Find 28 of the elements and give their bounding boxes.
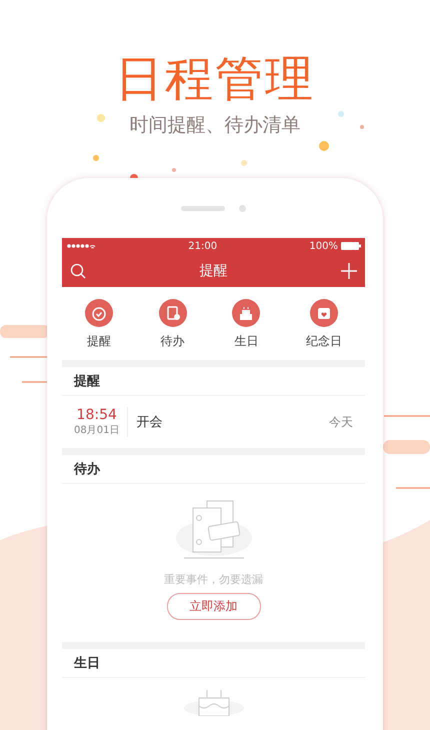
add-icon[interactable] bbox=[341, 262, 357, 278]
reminder-date: 08月01日 bbox=[74, 424, 120, 437]
category-button[interactable]: 纪念日 bbox=[306, 299, 342, 350]
signal-icon bbox=[66, 242, 96, 250]
alarm-icon bbox=[84, 299, 113, 327]
reminder-time: 18:54 bbox=[76, 407, 117, 423]
search-icon[interactable] bbox=[70, 262, 86, 278]
reminder-title: 开会 bbox=[136, 414, 164, 431]
empty-message: 重要事件，勿要遗漏 bbox=[164, 572, 263, 587]
headline: 日程管理 bbox=[115, 52, 315, 106]
battery-icon bbox=[340, 242, 361, 250]
status-time: 21:00 bbox=[188, 240, 218, 252]
category-button[interactable]: 生日 bbox=[232, 299, 260, 350]
todo-icon bbox=[158, 299, 187, 327]
speaker-icon bbox=[181, 206, 225, 210]
category-button[interactable]: 提醒 bbox=[84, 299, 113, 350]
calendar-icon bbox=[310, 299, 338, 327]
section-title: 待办 bbox=[62, 455, 365, 484]
camera-icon bbox=[239, 204, 246, 212]
nav-title: 提醒 bbox=[200, 262, 228, 280]
category-button[interactable]: 待办 bbox=[158, 299, 187, 350]
subheadline: 时间提醒、待办清单 bbox=[130, 113, 300, 138]
battery-percent: 100% bbox=[309, 240, 338, 252]
section-title: 生日 bbox=[62, 649, 365, 678]
cake-icon bbox=[232, 299, 260, 327]
section-title: 提醒 bbox=[62, 367, 365, 396]
add-now-button[interactable]: 立即添加 bbox=[166, 593, 260, 620]
reminder-day: 今天 bbox=[329, 414, 353, 430]
